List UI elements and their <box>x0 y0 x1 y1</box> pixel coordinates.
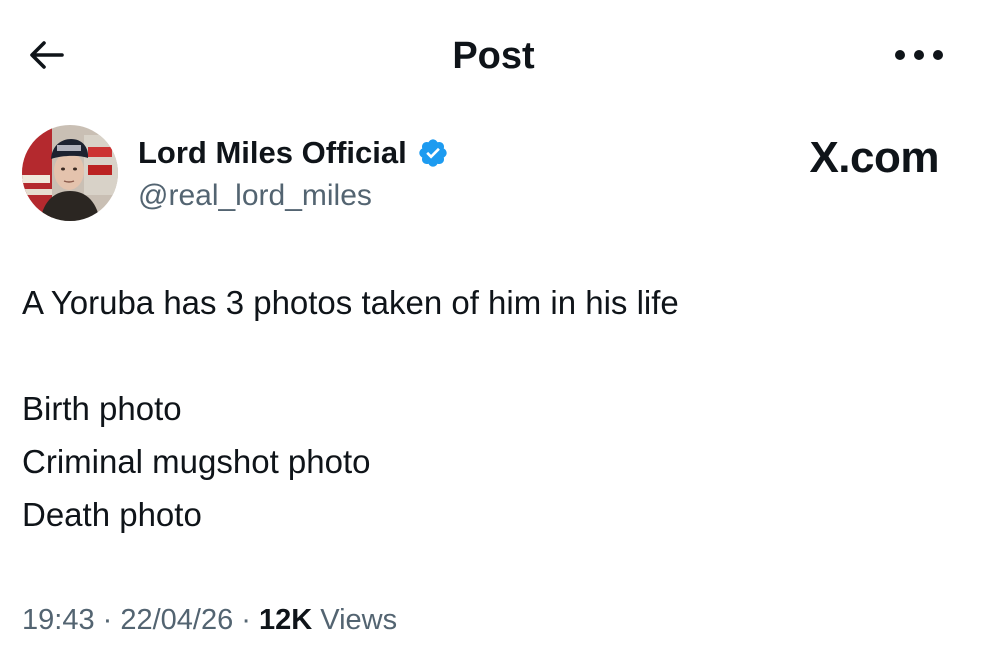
more-horizontal-icon <box>895 50 943 60</box>
x-com-watermark: X.com <box>809 133 939 182</box>
views-count[interactable]: 12K <box>259 604 312 636</box>
meta-separator: · <box>94 604 121 636</box>
tweet-text: A Yoruba has 3 photos taken of him in hi… <box>22 276 952 541</box>
verified-badge-icon <box>417 137 449 169</box>
meta-separator: · <box>233 604 260 636</box>
tweet-line: Criminal mugshot photo <box>22 443 371 480</box>
author-name[interactable]: Lord Miles Official <box>138 133 407 173</box>
more-options-button[interactable] <box>891 42 947 68</box>
tweet-line: A Yoruba has 3 photos taken of him in hi… <box>22 284 679 321</box>
tweet-line: Birth photo <box>22 390 182 427</box>
tweet-line: Death photo <box>22 496 202 533</box>
top-bar: Post <box>0 0 987 110</box>
views-label: Views <box>312 604 398 636</box>
post-metadata: 19:43 · 22/04/26 · 12K Views <box>22 598 397 642</box>
post-time[interactable]: 19:43 <box>22 604 95 636</box>
page-title: Post <box>452 35 535 77</box>
avatar[interactable] <box>22 125 118 221</box>
author-name-row: Lord Miles Official <box>138 133 449 173</box>
author-handle[interactable]: @real_lord_miles <box>138 177 372 215</box>
avatar-photo <box>22 125 118 221</box>
post-date[interactable]: 22/04/26 <box>120 604 233 636</box>
